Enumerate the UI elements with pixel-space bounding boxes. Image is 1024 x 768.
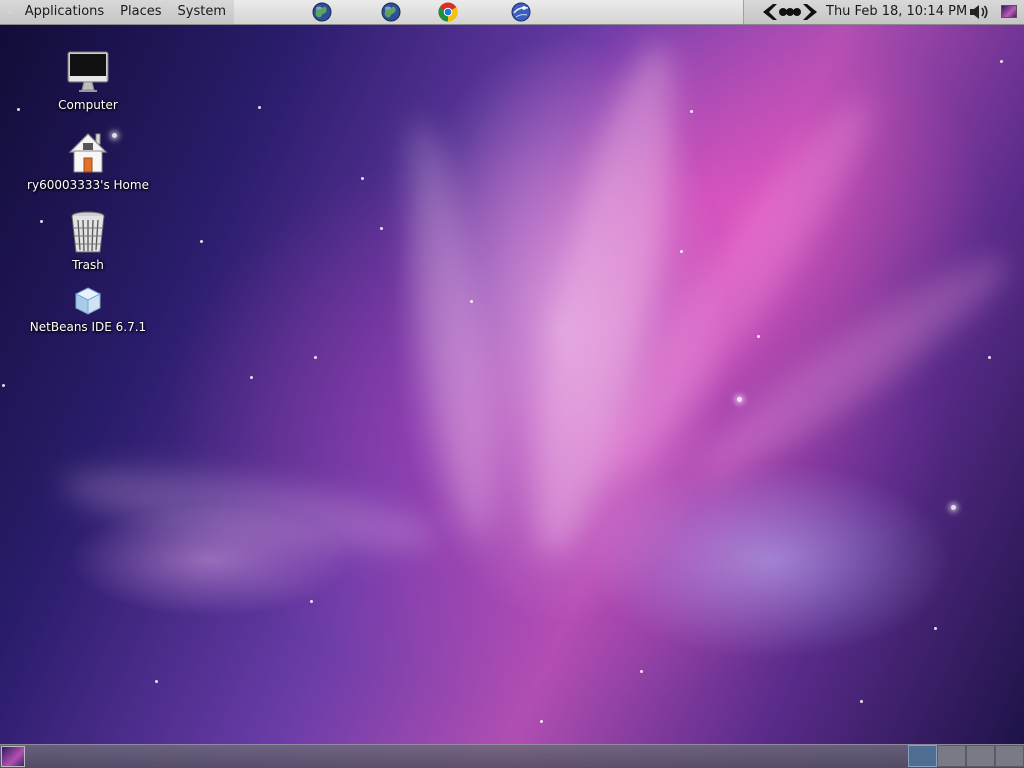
globe-icon[interactable] bbox=[380, 1, 402, 23]
wallpaper-streak bbox=[391, 117, 509, 543]
trash-icon bbox=[71, 211, 105, 253]
workspace-4[interactable] bbox=[995, 745, 1024, 767]
desktop-icon-label: ry60003333's Home bbox=[27, 178, 149, 192]
star bbox=[988, 356, 991, 359]
star bbox=[361, 177, 364, 180]
chrome-icon[interactable] bbox=[437, 1, 459, 23]
star bbox=[757, 335, 760, 338]
computer-icon bbox=[67, 51, 109, 92]
workspace-2[interactable] bbox=[937, 745, 966, 767]
star bbox=[690, 110, 693, 113]
system-tray: Thu Feb 18, 10:14 PM bbox=[743, 0, 1024, 24]
menu-bar: Applications Places System bbox=[0, 0, 234, 24]
star bbox=[155, 680, 158, 683]
top-panel: Applications Places System Thu Feb 18, 1… bbox=[0, 0, 1024, 25]
wallpaper-streak bbox=[677, 236, 1023, 504]
wallpaper-streak bbox=[574, 81, 896, 499]
menu-places[interactable]: Places bbox=[112, 0, 169, 24]
star bbox=[680, 250, 683, 253]
netbeans-icon bbox=[74, 287, 102, 315]
desktop-icon-label: Computer bbox=[58, 98, 118, 112]
desktop-icon-netbeans[interactable]: NetBeans IDE 6.7.1 bbox=[18, 286, 158, 335]
menu-system[interactable]: System bbox=[170, 0, 234, 24]
desktop-icon-trash[interactable]: Trash bbox=[18, 210, 158, 273]
desktop-icon-computer[interactable]: Computer bbox=[18, 50, 158, 113]
star bbox=[2, 384, 5, 387]
star bbox=[860, 700, 863, 703]
workspace-3[interactable] bbox=[966, 745, 995, 767]
star bbox=[737, 397, 742, 402]
star bbox=[258, 106, 261, 109]
fast-user-switch-icon[interactable] bbox=[761, 2, 819, 22]
show-desktop-button[interactable] bbox=[1, 746, 25, 767]
star bbox=[640, 670, 643, 673]
home-icon bbox=[68, 133, 108, 173]
star bbox=[470, 300, 473, 303]
menu-applications[interactable]: Applications bbox=[17, 0, 112, 24]
apple-logo-icon[interactable] bbox=[8, 2, 12, 22]
wallpaper-streak bbox=[57, 453, 443, 567]
star bbox=[380, 227, 383, 230]
desktop-icon-home[interactable]: ry60003333's Home bbox=[18, 130, 158, 193]
web-browser-icon[interactable] bbox=[510, 1, 532, 23]
wallpaper-streak bbox=[506, 36, 704, 564]
clock[interactable]: Thu Feb 18, 10:14 PM bbox=[826, 0, 967, 24]
globe-icon[interactable] bbox=[311, 1, 333, 23]
desktop-icon-label: NetBeans IDE 6.7.1 bbox=[29, 320, 147, 334]
workspace-switcher[interactable] bbox=[908, 745, 1024, 768]
wallpaper-thumbnail-icon[interactable] bbox=[1001, 5, 1017, 18]
workspace-1[interactable] bbox=[908, 745, 937, 767]
desktop-icon-label: Trash bbox=[72, 258, 104, 272]
star bbox=[200, 240, 203, 243]
star bbox=[1000, 60, 1003, 63]
star bbox=[250, 376, 253, 379]
desktop-wallpaper[interactable]: Applications Places System Thu Feb 18, 1… bbox=[0, 0, 1024, 768]
bottom-panel bbox=[0, 744, 1024, 768]
star bbox=[951, 505, 956, 510]
volume-icon[interactable] bbox=[968, 3, 990, 21]
star bbox=[314, 356, 317, 359]
star bbox=[310, 600, 313, 603]
star bbox=[540, 720, 543, 723]
star bbox=[934, 627, 937, 630]
